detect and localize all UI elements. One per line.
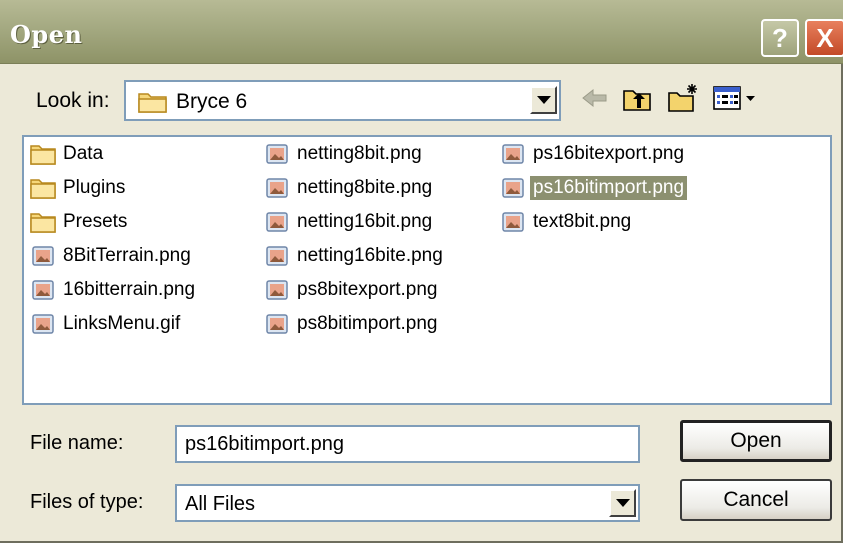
- folder-icon: [30, 176, 60, 200]
- file-name: ps8bitexport.png: [297, 279, 438, 300]
- file-name: Plugins: [63, 177, 126, 198]
- folder-icon: [138, 93, 167, 113]
- file-item[interactable]: ps16bitexport.png: [500, 139, 687, 169]
- image-file-icon: [264, 312, 294, 336]
- file-item[interactable]: 8BitTerrain.png: [30, 241, 194, 271]
- file-type-value: All Files: [185, 493, 256, 515]
- image-file-icon: [264, 142, 294, 166]
- file-name-label: File name:: [30, 432, 124, 454]
- folder-icon: [30, 210, 60, 234]
- folder-item[interactable]: Presets: [30, 207, 130, 237]
- file-name: 8BitTerrain.png: [63, 245, 191, 266]
- look-in-value: Bryce 6: [176, 90, 248, 113]
- file-name: Data: [63, 143, 104, 164]
- file-name: ps8bitimport.png: [297, 313, 438, 334]
- open-dialog: Open ? X Look in: Bryce 6 Data Plugins P…: [0, 0, 843, 543]
- file-name: ps16bitimport.png: [530, 176, 688, 200]
- file-name: netting16bit.png: [297, 211, 433, 232]
- image-file-icon: [264, 176, 294, 200]
- chevron-down-icon: [536, 96, 551, 104]
- up-one-level-icon[interactable]: [622, 82, 652, 114]
- file-item[interactable]: LinksMenu.gif: [30, 309, 183, 339]
- file-name: netting8bit.png: [297, 143, 422, 164]
- look-in-dropdown-arrow[interactable]: [530, 86, 557, 114]
- file-list[interactable]: Data Plugins Presets 8BitTerrain.png 16bitte…: [22, 135, 832, 405]
- file-name: text8bit.png: [533, 211, 632, 232]
- open-button[interactable]: Open: [680, 420, 832, 462]
- file-item[interactable]: text8bit.png: [500, 207, 634, 237]
- view-menu-icon[interactable]: [712, 82, 760, 114]
- cancel-button-label: Cancel: [723, 488, 789, 511]
- file-name: Presets: [63, 211, 128, 232]
- file-name: LinksMenu.gif: [63, 313, 181, 334]
- file-item[interactable]: netting8bite.png: [264, 173, 435, 203]
- file-name: netting16bite.png: [297, 245, 443, 266]
- image-file-icon: [264, 278, 294, 302]
- open-button-label: Open: [730, 429, 782, 452]
- folder-item[interactable]: Plugins: [30, 173, 128, 203]
- file-item[interactable]: ps16bitimport.png: [500, 173, 688, 203]
- folder-icon: [30, 142, 60, 166]
- file-item[interactable]: netting8bit.png: [264, 139, 425, 169]
- file-item[interactable]: netting16bite.png: [264, 241, 446, 271]
- file-type-dropdown-arrow[interactable]: [609, 489, 636, 517]
- help-button[interactable]: ?: [761, 19, 799, 57]
- chevron-down-icon: [615, 499, 630, 507]
- title-bar[interactable]: Open ? X: [0, 0, 843, 64]
- window-title: Open: [10, 20, 83, 49]
- file-name: netting8bite.png: [297, 177, 433, 198]
- back-arrow-icon[interactable]: [580, 82, 610, 114]
- image-file-icon: [30, 312, 60, 336]
- help-icon: ?: [772, 22, 788, 53]
- image-file-icon: [264, 210, 294, 234]
- image-file-icon: [264, 244, 294, 268]
- image-file-icon: [500, 176, 530, 200]
- image-file-icon: [500, 142, 530, 166]
- folder-item[interactable]: Data: [30, 139, 106, 169]
- image-file-icon: [500, 210, 530, 234]
- new-folder-icon[interactable]: [667, 82, 699, 114]
- file-type-dropdown[interactable]: All Files: [175, 484, 640, 522]
- image-file-icon: [30, 278, 60, 302]
- file-item[interactable]: netting16bit.png: [264, 207, 435, 237]
- file-item[interactable]: ps8bitimport.png: [264, 309, 440, 339]
- file-item[interactable]: 16bitterrain.png: [30, 275, 198, 305]
- look-in-dropdown[interactable]: Bryce 6: [124, 80, 561, 121]
- file-name: ps16bitexport.png: [533, 143, 685, 164]
- cancel-button[interactable]: Cancel: [680, 479, 832, 521]
- file-name-input[interactable]: ps16bitimport.png: [175, 425, 640, 463]
- file-type-label: Files of type:: [30, 491, 144, 513]
- close-button[interactable]: X: [805, 19, 843, 57]
- file-name: 16bitterrain.png: [63, 279, 196, 300]
- look-in-label: Look in:: [36, 89, 110, 112]
- image-file-icon: [30, 244, 60, 268]
- close-icon: X: [816, 22, 834, 53]
- file-item[interactable]: ps8bitexport.png: [264, 275, 441, 305]
